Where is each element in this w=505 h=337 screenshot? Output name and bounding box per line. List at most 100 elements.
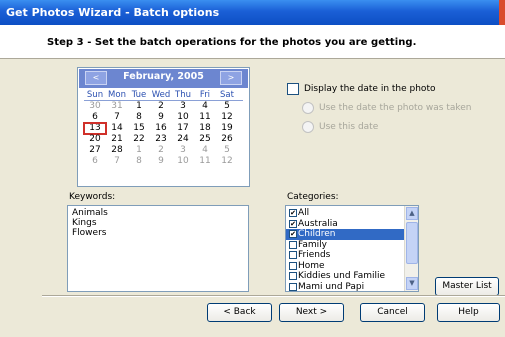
calendar-grid: Sun Mon Tue Wed Thu Fri Sat 30 31 1 2 3 … [83,90,249,167]
calendar-day[interactable]: 16 [150,123,172,134]
next-button[interactable]: Next > [279,303,344,322]
wizard-header: Step 3 - Set the batch operations for th… [0,25,505,59]
calendar-day[interactable]: 26 [216,134,238,145]
calendar-day[interactable]: 19 [216,123,238,134]
scroll-down-icon[interactable]: ▼ [406,277,418,290]
category-checkbox[interactable]: ✔ [289,230,297,238]
use-taken-date-radio[interactable] [302,102,314,114]
category-checkbox[interactable] [289,240,297,249]
calendar-day[interactable]: 14 [106,123,128,134]
calendar-day[interactable]: 4 [194,101,216,112]
calendar-day[interactable]: 22 [128,134,150,145]
calendar-day[interactable]: 17 [172,123,194,134]
calendar-week-row: 20 21 22 23 24 25 26 [84,134,249,145]
calendar-day[interactable]: 7 [106,112,128,123]
category-checkbox[interactable] [289,251,297,259]
calendar-day[interactable]: 25 [194,134,216,145]
calendar-weekday-row: Sun Mon Tue Wed Thu Fri Sat [84,90,243,101]
keyword-item[interactable]: Flowers [68,228,248,238]
category-label: All [298,208,310,218]
calendar-day[interactable]: 27 [84,145,106,156]
cancel-button[interactable]: Cancel [360,303,425,322]
weekday-label: Fri [199,90,211,100]
weekday-label: Wed [151,90,171,100]
calendar-day[interactable]: 24 [172,134,194,145]
category-checkbox[interactable] [289,272,297,280]
calendar-day[interactable]: 10 [172,112,194,123]
calendar-day[interactable]: 3 [172,145,194,156]
calendar-week-row: 27 28 1 2 3 4 5 [84,145,249,156]
calendar-day[interactable]: 28 [106,145,128,156]
category-item[interactable]: ✔ All [286,208,418,219]
category-label: Mami und Papi [298,281,365,292]
category-item[interactable]: Friends [286,250,418,261]
calendar-day[interactable]: 1 [128,101,150,112]
category-item[interactable]: Family [286,240,418,251]
calendar-day[interactable]: 30 [84,101,106,112]
keyword-item[interactable]: Animals [68,208,248,218]
calendar-day[interactable]: 11 [194,156,216,167]
calendar-day[interactable]: 10 [172,156,194,167]
use-this-date-radio[interactable] [302,121,314,133]
calendar-day-selected[interactable]: 13 [83,122,107,135]
category-checkbox[interactable] [289,282,297,291]
category-label: Family [298,239,327,250]
keyword-item[interactable]: Kings [68,218,248,228]
calendar-day[interactable]: 18 [194,123,216,134]
calendar-day[interactable]: 5 [216,145,238,156]
calendar-day[interactable]: 12 [216,112,238,123]
category-label: Friends [298,250,331,260]
calendar-header: < February, 2005 > [79,69,248,88]
calendar-day[interactable]: 4 [194,145,216,156]
categories-list[interactable]: ✔ All ✔ Australia ✔ Children Family Friends… [285,205,419,292]
category-item[interactable]: Kiddies und Familie [286,271,418,282]
calendar-day[interactable]: 15 [128,123,150,134]
calendar-day[interactable]: 3 [172,101,194,112]
calendar-day[interactable]: 12 [216,156,238,167]
calendar-day[interactable]: 1 [128,145,150,156]
next-month-button[interactable]: > [220,71,242,85]
master-list-button[interactable]: Master List [435,277,499,296]
category-label: Children [298,229,336,239]
category-item[interactable]: Home [286,261,418,272]
calendar-day[interactable]: 9 [150,156,172,167]
calendar-day[interactable]: 11 [194,112,216,123]
title-bar[interactable]: Get Photos Wizard - Batch options [0,0,505,25]
calendar-day[interactable]: 2 [150,145,172,156]
category-item[interactable]: Mami und Papi [286,281,418,292]
calendar-day[interactable]: 8 [128,112,150,123]
display-date-checkbox[interactable] [287,83,299,95]
category-item-selected[interactable]: ✔ Children [286,229,418,240]
scroll-thumb[interactable] [406,222,418,264]
scroll-up-icon[interactable]: ▲ [406,207,418,220]
categories-scrollbar[interactable]: ▲ ▼ [404,206,418,291]
weekday-label: Tue [131,90,147,100]
calendar-day[interactable]: 9 [150,112,172,123]
calendar-day[interactable]: 8 [128,156,150,167]
category-checkbox[interactable]: ✔ [289,209,297,217]
weekday-label: Sat [220,90,234,100]
category-checkbox[interactable]: ✔ [289,219,297,228]
close-button[interactable] [499,0,505,25]
calendar-day[interactable]: 31 [106,101,128,112]
calendar-day[interactable]: 20 [84,134,106,145]
calendar-week-row: 6 7 8 9 10 11 12 [84,112,249,123]
calendar-day[interactable]: 21 [106,134,128,145]
calendar-day[interactable]: 6 [84,156,106,167]
calendar-day[interactable]: 2 [150,101,172,112]
calendar-day[interactable]: 6 [84,112,106,123]
date-calendar[interactable]: < February, 2005 > Sun Mon Tue Wed Thu F… [77,67,250,187]
category-label: Australia [298,218,338,229]
category-item[interactable]: ✔ Australia [286,219,418,230]
calendar-day[interactable]: 23 [150,134,172,145]
back-button[interactable]: < Back [207,303,272,322]
category-label: Kiddies und Familie [298,271,386,281]
calendar-day[interactable]: 5 [216,101,238,112]
calendar-day[interactable]: 7 [106,156,128,167]
keywords-label: Keywords: [69,192,116,202]
keywords-list[interactable]: Animals Kings Flowers [67,205,249,292]
category-checkbox[interactable] [289,261,297,270]
help-button[interactable]: Help [437,303,500,322]
weekday-label: Sun [86,90,104,100]
calendar-week-row: 30 31 1 2 3 4 5 [84,101,249,112]
